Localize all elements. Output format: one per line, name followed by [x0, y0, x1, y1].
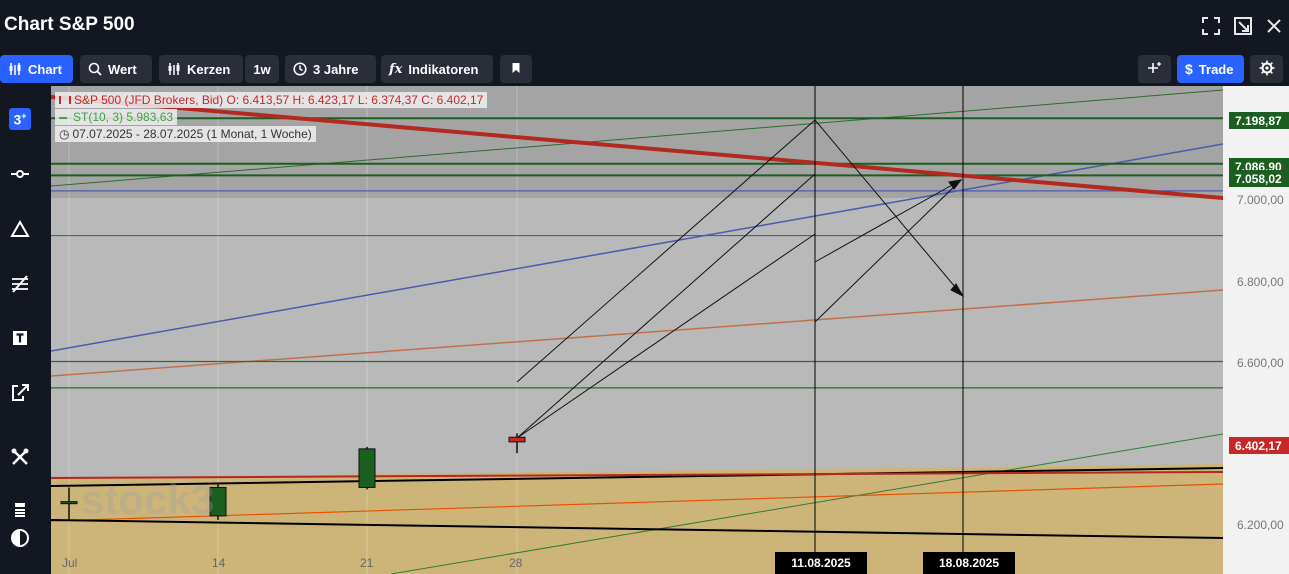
orange-trend-line [51, 289, 1223, 377]
theme-toggle-icon[interactable] [8, 526, 32, 550]
date-tag-1: 11.08.2025 [775, 552, 867, 574]
magnet-tool-icon[interactable]: 3+ [9, 108, 31, 130]
candles-button[interactable]: Kerzen [159, 55, 243, 83]
chart-button-label: Chart [28, 61, 62, 77]
sparkle-plus-icon [1147, 61, 1162, 78]
price-tick: 7.000,00 [1237, 193, 1284, 207]
value-button[interactable]: Wert [80, 55, 152, 83]
legend-period: ◷ 07.07.2025 - 28.07.2025 (1 Monat, 1 Woc… [55, 126, 316, 142]
clock-icon [293, 62, 307, 76]
price-tag-7198: 7.198,87 [1229, 112, 1289, 129]
time-tick: 14 [212, 556, 226, 570]
range-button-label: 3 Jahre [313, 61, 359, 77]
indicators-button-label: Indikatoren [408, 61, 479, 77]
legend-main-text: S&P 500 (JFD Brokers, Bid) O: 6.413,57 H… [74, 93, 484, 107]
price-tag-7058: 7.058,02 [1229, 170, 1289, 187]
legend-supertrend-text: ST(10, 3) 5.983,63 [73, 110, 174, 124]
bookmark-button[interactable] [500, 55, 532, 83]
interval-button-label: 1w [253, 61, 271, 77]
close-icon[interactable] [1264, 16, 1284, 36]
dollar-icon: $ [1185, 61, 1193, 77]
title-bar: Chart S&P 500 [0, 0, 1289, 50]
trade-button[interactable]: $ Trade [1177, 55, 1244, 83]
bookmark-icon [510, 62, 522, 77]
time-tick: 28 [509, 556, 523, 570]
indicators-button[interactable]: fx Indikatoren [381, 55, 493, 83]
text-tool-icon[interactable] [8, 326, 32, 350]
candle-body-3[interactable] [508, 436, 526, 443]
price-tick: 6.200,00 [1237, 518, 1284, 532]
watermark: stock3 [81, 476, 214, 523]
candles-icon [8, 62, 22, 76]
legend-candle-icon [59, 96, 71, 104]
gear-icon [1259, 60, 1275, 79]
legend-clock-icon: ◷ [59, 127, 70, 141]
triangle-tool-icon[interactable] [8, 217, 32, 241]
price-tag-6402: 6.402,17 [1229, 437, 1289, 454]
candles-button-label: Kerzen [187, 61, 231, 77]
fullscreen-icon[interactable] [1201, 16, 1221, 36]
candlestick-icon [167, 62, 181, 76]
edit-arrow-tool-icon[interactable] [8, 381, 32, 405]
legend-period-text: 07.07.2025 - 28.07.2025 (1 Monat, 1 Woch… [72, 127, 312, 141]
legend-main: S&P 500 (JFD Brokers, Bid) O: 6.413,57 H… [55, 92, 488, 108]
window-title: Chart S&P 500 [4, 14, 135, 35]
legend-line-icon [59, 116, 67, 119]
settings-button[interactable] [1250, 55, 1283, 83]
fibonacci-tool-icon[interactable] [8, 272, 32, 296]
add-drawing-button[interactable] [1138, 55, 1171, 83]
trade-button-label: Trade [1198, 61, 1234, 77]
chart-toolbar: Chart Wert Kerzen 1w 3 Jahre fx Indikato… [0, 52, 1289, 86]
chart-canvas[interactable]: stock3 [51, 86, 1223, 574]
tools-icon[interactable] [8, 445, 32, 469]
date-tag-2: 18.08.2025 [923, 552, 1015, 574]
layers-icon[interactable] [8, 499, 32, 523]
fx-icon: fx [389, 61, 403, 77]
legend-supertrend: ST(10, 3) 5.983,63 [55, 109, 178, 125]
horizontal-line-tool-icon[interactable] [8, 162, 32, 186]
chart-button[interactable]: Chart [0, 55, 73, 83]
price-tick: 6.800,00 [1237, 275, 1284, 289]
value-button-label: Wert [108, 61, 137, 77]
range-button[interactable]: 3 Jahre [285, 55, 376, 83]
price-tick: 6.600,00 [1237, 356, 1284, 370]
interval-button[interactable]: 1w [245, 55, 279, 83]
search-icon [88, 62, 102, 76]
support-zone [51, 464, 1223, 574]
drawing-tools-sidebar: 3+ [0, 86, 40, 574]
candle-body-0[interactable] [60, 501, 78, 505]
popout-icon[interactable] [1233, 16, 1253, 36]
candle-body-2[interactable] [358, 448, 376, 488]
time-tick: Jul [62, 556, 78, 570]
time-tick: 21 [360, 556, 374, 570]
chart-plot-area[interactable]: stock3 [51, 86, 1223, 574]
